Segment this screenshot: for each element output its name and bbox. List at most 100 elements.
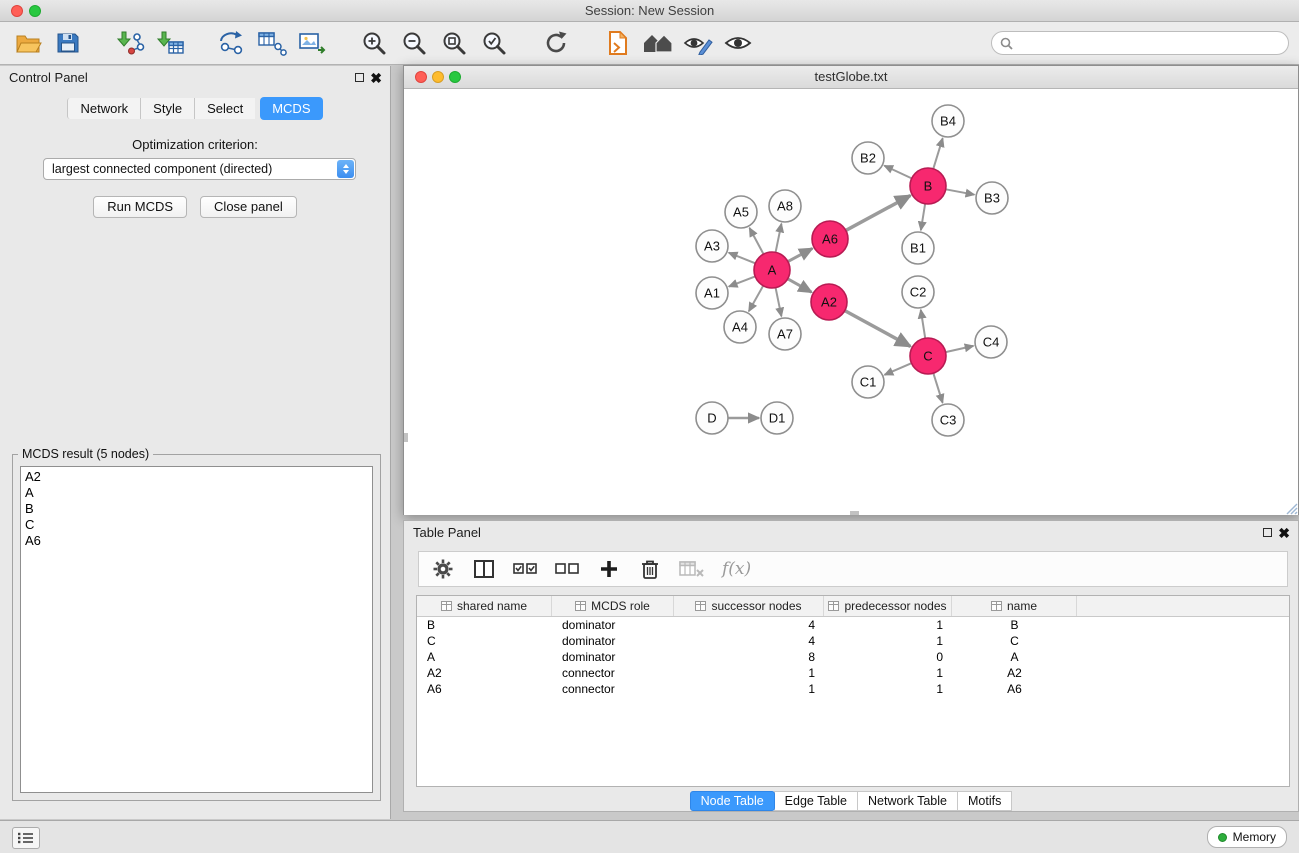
- table-cell[interactable]: 1: [674, 681, 824, 697]
- table-cell[interactable]: A2: [952, 665, 1077, 681]
- table-cell[interactable]: dominator: [552, 649, 674, 665]
- graph-edge-A-A4[interactable]: [749, 286, 763, 312]
- delete-rows-button[interactable]: [638, 555, 662, 583]
- mcds-result-item[interactable]: C: [21, 517, 372, 533]
- search-box[interactable]: [991, 31, 1289, 55]
- table-cell[interactable]: 4: [674, 633, 824, 649]
- graph-node-A3[interactable]: A3: [696, 230, 728, 262]
- graph-edge-B-B2[interactable]: [884, 166, 911, 179]
- column-header-name[interactable]: name: [952, 596, 1077, 616]
- run-mcds-button[interactable]: Run MCDS: [93, 196, 187, 218]
- annotations-button[interactable]: [678, 26, 718, 60]
- table-cell[interactable]: dominator: [552, 617, 674, 633]
- graph-edge-A-A8[interactable]: [776, 224, 782, 253]
- import-network-button[interactable]: [110, 26, 150, 60]
- table-row[interactable]: A2connector11A2: [417, 665, 1289, 681]
- refresh-layout-button[interactable]: [536, 26, 576, 60]
- table-cell[interactable]: A6: [952, 681, 1077, 697]
- graph-edge-A-A7[interactable]: [776, 288, 782, 317]
- table-cell[interactable]: dominator: [552, 633, 674, 649]
- save-session-button[interactable]: [48, 26, 88, 60]
- graph-edge-A6-B[interactable]: [846, 196, 911, 231]
- table-cell[interactable]: 1: [824, 633, 952, 649]
- zoom-in-button[interactable]: [354, 26, 394, 60]
- table-cell[interactable]: A6: [417, 681, 552, 697]
- table-cell[interactable]: 8: [674, 649, 824, 665]
- graph-node-C1[interactable]: C1: [852, 366, 884, 398]
- table-row[interactable]: Adominator80A: [417, 649, 1289, 665]
- table-cell[interactable]: A: [952, 649, 1077, 665]
- table-cell[interactable]: C: [417, 633, 552, 649]
- export-image-button[interactable]: [292, 26, 332, 60]
- column-header-mcds-role[interactable]: MCDS role: [552, 596, 674, 616]
- clone-network-button[interactable]: [252, 26, 292, 60]
- mcds-result-item[interactable]: A: [21, 485, 372, 501]
- column-header-shared-name[interactable]: shared name: [417, 596, 552, 616]
- add-row-button[interactable]: [597, 555, 621, 583]
- graph-node-A5[interactable]: A5: [725, 196, 757, 228]
- graph-edge-B-B1[interactable]: [921, 204, 925, 230]
- column-header-successor-nodes[interactable]: successor nodes: [674, 596, 824, 616]
- graph-node-C[interactable]: C: [910, 338, 946, 374]
- mcds-result-item[interactable]: B: [21, 501, 372, 517]
- graph-node-D[interactable]: D: [696, 402, 728, 434]
- graph-node-C3[interactable]: C3: [932, 404, 964, 436]
- zoom-selected-button[interactable]: [474, 26, 514, 60]
- mcds-result-item[interactable]: A2: [21, 469, 372, 485]
- graph-edge-A-A1[interactable]: [729, 276, 755, 286]
- graph-node-A2[interactable]: A2: [811, 284, 847, 320]
- table-row[interactable]: Bdominator41B: [417, 617, 1289, 633]
- graph-node-A4[interactable]: A4: [724, 311, 756, 343]
- tab-style[interactable]: Style: [140, 98, 194, 119]
- tab-select[interactable]: Select: [194, 98, 255, 119]
- network-window-titlebar[interactable]: testGlobe.txt: [404, 66, 1298, 89]
- tab-edge-table[interactable]: Edge Table: [774, 791, 858, 811]
- graph-node-A1[interactable]: A1: [696, 277, 728, 309]
- tab-node-table[interactable]: Node Table: [690, 791, 775, 811]
- tab-mcds[interactable]: MCDS: [260, 97, 322, 120]
- deselect-all-rows-button[interactable]: [555, 555, 580, 583]
- zoom-out-button[interactable]: [394, 26, 434, 60]
- tab-motifs[interactable]: Motifs: [957, 791, 1012, 811]
- graph-node-A8[interactable]: A8: [769, 190, 801, 222]
- open-session-button[interactable]: [8, 26, 48, 60]
- graph-node-D1[interactable]: D1: [761, 402, 793, 434]
- table-cell[interactable]: 1: [824, 681, 952, 697]
- delete-table-button[interactable]: [679, 555, 705, 583]
- graph-edge-C-C1[interactable]: [885, 363, 912, 375]
- tab-network[interactable]: Network: [67, 98, 140, 119]
- table-cell[interactable]: A2: [417, 665, 552, 681]
- table-row[interactable]: Cdominator41C: [417, 633, 1289, 649]
- graph-node-A7[interactable]: A7: [769, 318, 801, 350]
- hide-details-button[interactable]: [718, 26, 758, 60]
- table-cell[interactable]: 0: [824, 649, 952, 665]
- graph-node-A[interactable]: A: [754, 252, 790, 288]
- table-cell[interactable]: 1: [824, 665, 952, 681]
- graph-node-B1[interactable]: B1: [902, 232, 934, 264]
- column-header-predecessor-nodes[interactable]: predecessor nodes: [824, 596, 952, 616]
- task-history-button[interactable]: [12, 827, 40, 849]
- function-builder-button[interactable]: f(x): [722, 555, 751, 583]
- table-cell[interactable]: B: [952, 617, 1077, 633]
- search-input[interactable]: [1018, 35, 1280, 51]
- graph-node-B2[interactable]: B2: [852, 142, 884, 174]
- new-network-button[interactable]: [212, 26, 252, 60]
- table-cell[interactable]: C: [952, 633, 1077, 649]
- graph-node-B3[interactable]: B3: [976, 182, 1008, 214]
- graph-node-B4[interactable]: B4: [932, 105, 964, 137]
- graph-edge-A-A2[interactable]: [788, 279, 812, 292]
- table-close-panel-icon[interactable]: ✖: [1278, 524, 1290, 542]
- table-cell[interactable]: 1: [824, 617, 952, 633]
- graph-edge-C-C2[interactable]: [921, 310, 925, 338]
- close-panel-button[interactable]: Close panel: [200, 196, 297, 218]
- graph-edge-A2-C[interactable]: [845, 311, 911, 347]
- graph-edge-A-A6[interactable]: [788, 248, 812, 261]
- table-cell[interactable]: B: [417, 617, 552, 633]
- graph-edge-A-A5[interactable]: [749, 228, 763, 254]
- graph-edge-C-C4[interactable]: [946, 346, 974, 352]
- table-row[interactable]: A6connector11A6: [417, 681, 1289, 697]
- network-graph[interactable]: B4B2BB3A5A8A6A3B1AA1C2A2A4A7C4CC1C3DD1: [404, 89, 1298, 515]
- graph-edge-B-B4[interactable]: [933, 138, 942, 169]
- session-snapshot-button[interactable]: [598, 26, 638, 60]
- graph-node-B[interactable]: B: [910, 168, 946, 204]
